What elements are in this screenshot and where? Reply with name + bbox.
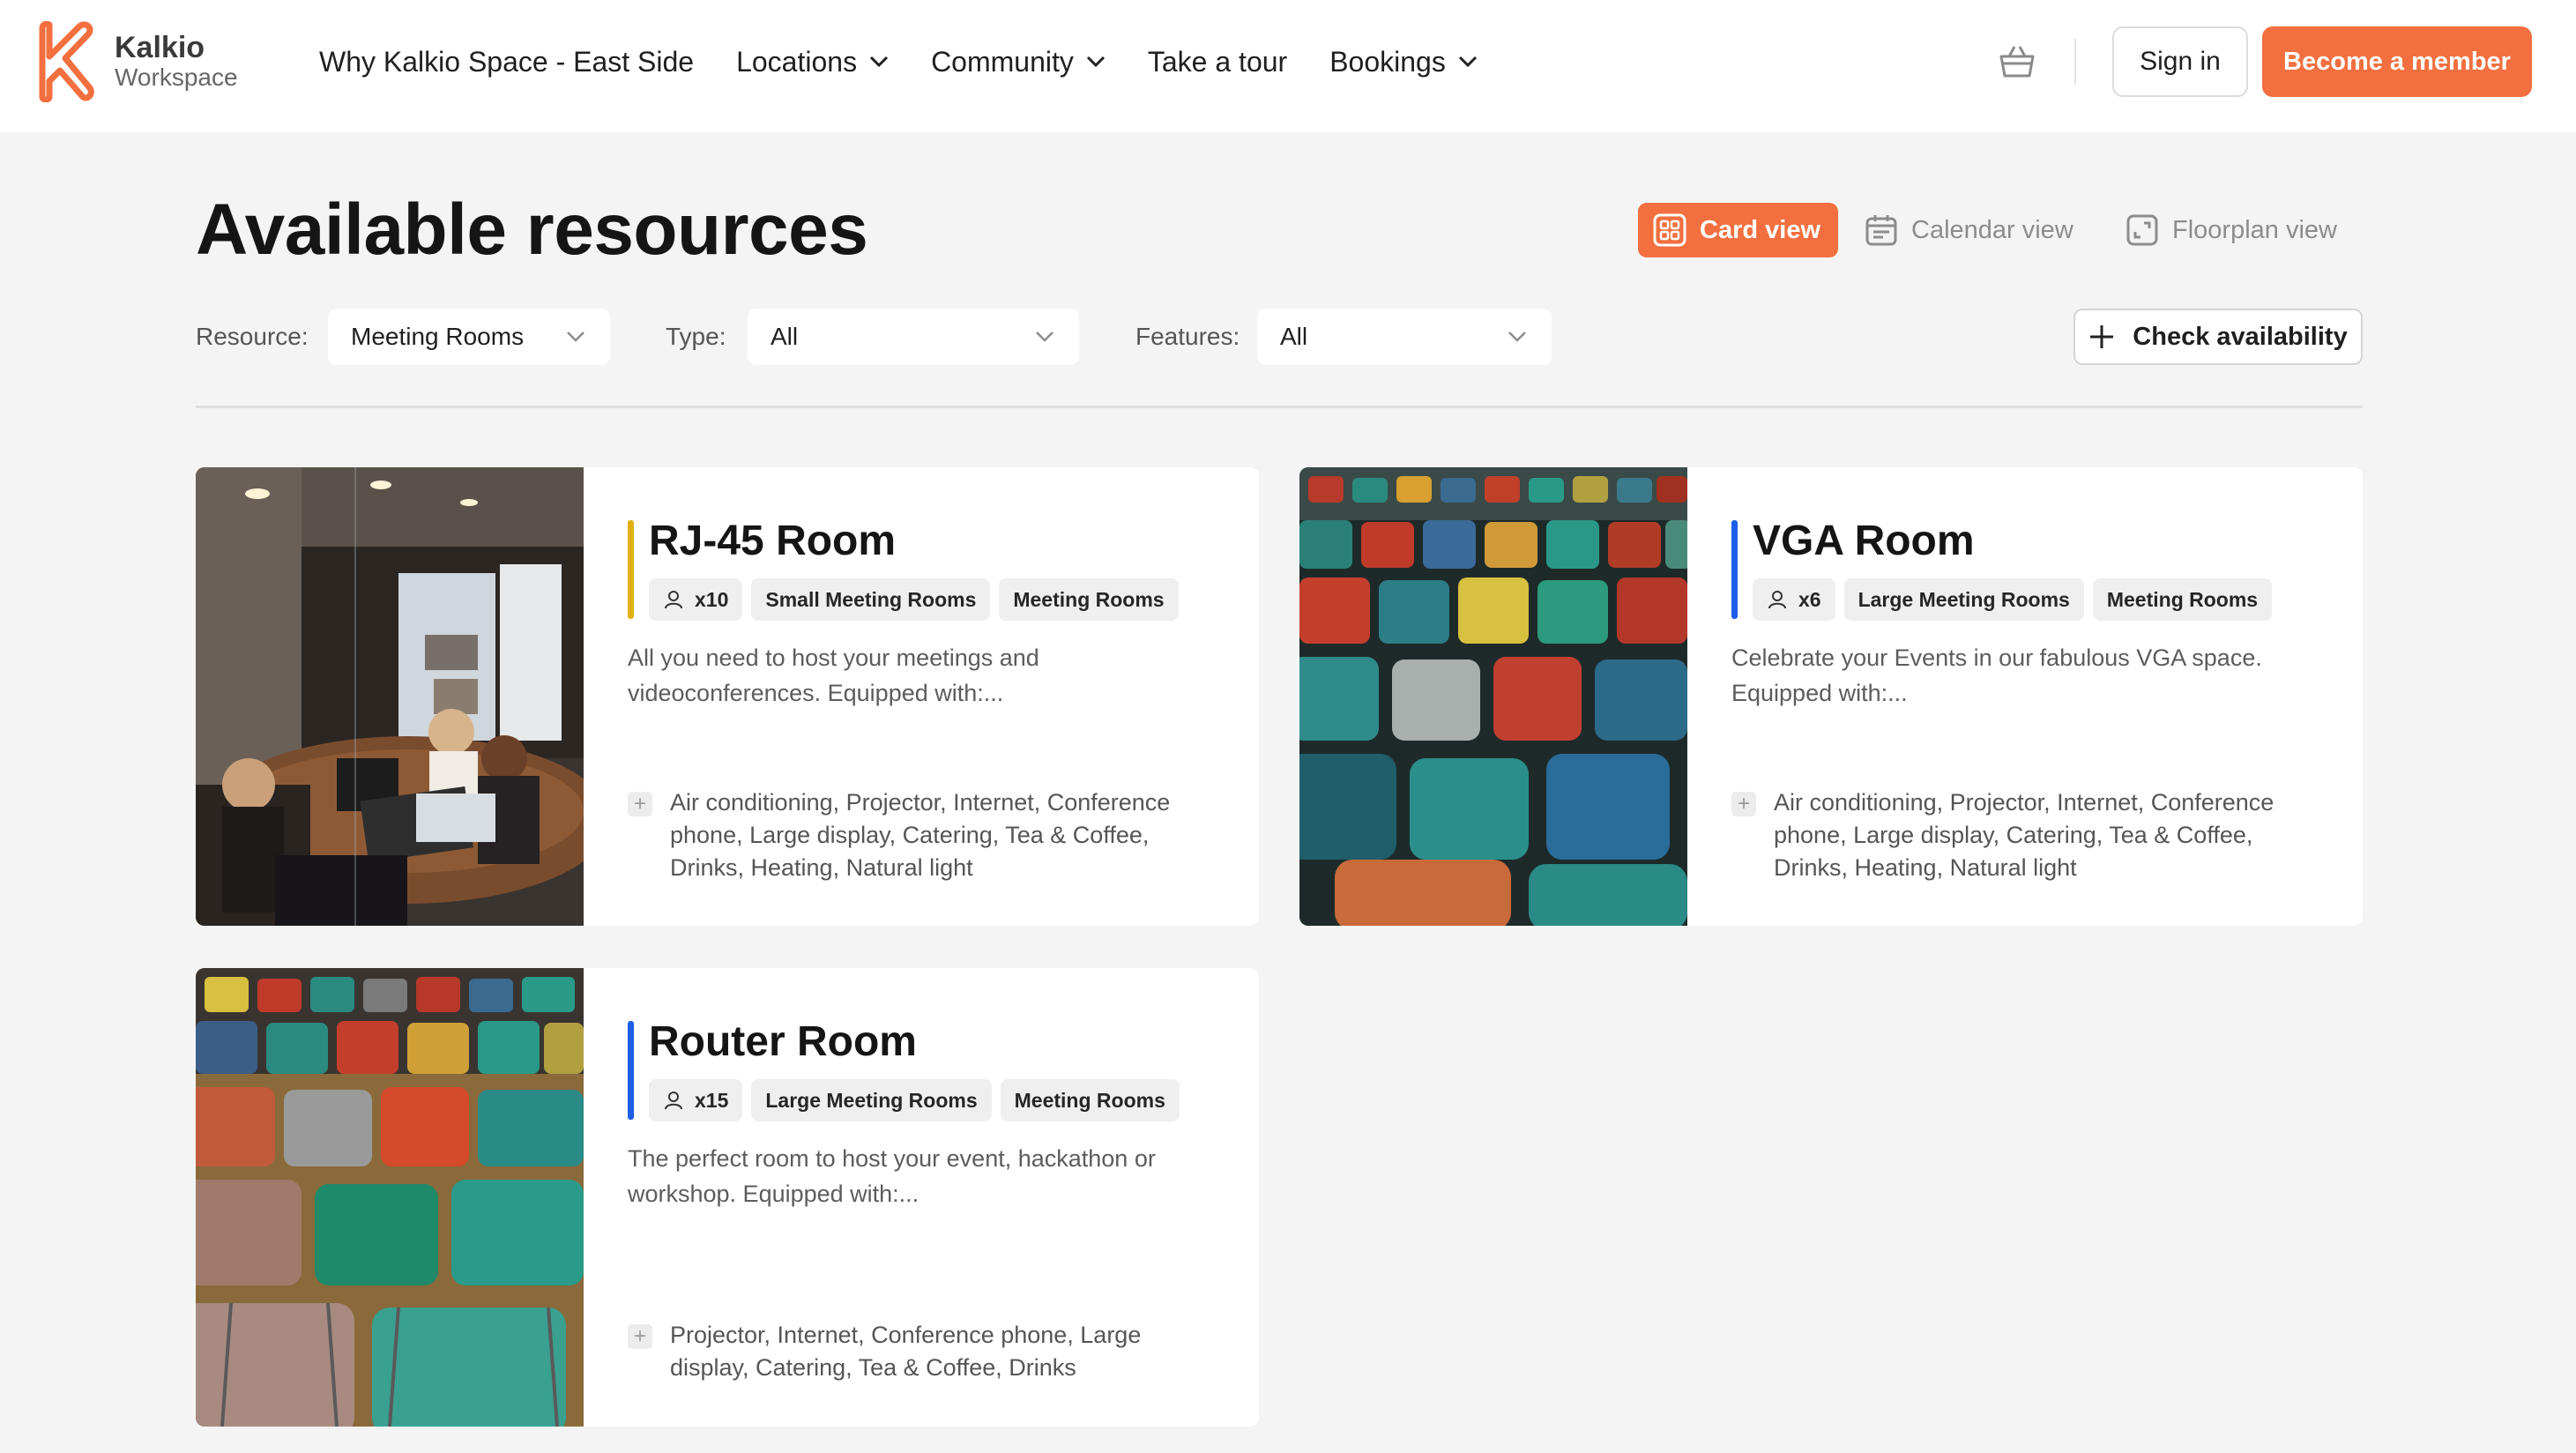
card-features: + Air conditioning, Projector, Internet,… (628, 786, 1245, 884)
page-title: Available resources (196, 190, 868, 270)
logo-name: Kalkio (115, 30, 205, 64)
features-select[interactable]: All (1257, 309, 1552, 365)
resource-card-vga[interactable]: VGA Room x6 Large Meeting Rooms Meeting … (1299, 467, 2363, 926)
card-view-label: Card view (1700, 215, 1820, 244)
plus-icon: + (628, 1324, 652, 1349)
nav-take-a-tour[interactable]: Take a tour (1148, 46, 1287, 78)
chevron-down-icon (1036, 332, 1053, 342)
card-features: + Air conditioning, Projector, Internet,… (1731, 786, 2349, 884)
type-filter-label: Type: (666, 323, 726, 350)
card-title: RJ-45 Room (649, 518, 897, 564)
nav-community[interactable]: Community (931, 46, 1106, 78)
logo-subtitle: Workspace (115, 63, 238, 92)
resource-card-rj45[interactable]: RJ-45 Room x10 Small Meeting Rooms Meeti… (196, 467, 1259, 926)
floorplan-view-button[interactable]: Floorplan view (2111, 203, 2355, 257)
logo[interactable]: Kalkio Workspace (34, 21, 238, 102)
card-description: Celebrate your Events in our fabulous VG… (1731, 645, 2262, 706)
features-list: Air conditioning, Projector, Internet, C… (670, 789, 1171, 881)
category-tag: Meeting Rooms (1000, 1079, 1180, 1121)
nav-label: Locations (736, 45, 858, 78)
capacity-badge: x10 (649, 578, 743, 621)
resource-select-value: Meeting Rooms (351, 323, 525, 350)
plus-icon: + (1731, 792, 1756, 816)
category-tag: Meeting Rooms (999, 578, 1179, 621)
chevron-down-icon (1458, 56, 1477, 68)
grid-icon (1653, 213, 1686, 247)
capacity-value: x6 (1798, 587, 1821, 611)
calendar-icon (1865, 215, 1897, 246)
nav-bookings[interactable]: Bookings (1329, 46, 1478, 78)
person-icon (1768, 591, 1786, 609)
capacity-value: x15 (695, 1088, 729, 1112)
basket-icon[interactable] (1998, 42, 2036, 81)
capacity-badge: x6 (1753, 578, 1835, 621)
nav-locations[interactable]: Locations (736, 46, 889, 78)
divider (196, 406, 2363, 408)
capacity-value: x10 (695, 587, 729, 611)
room-photo (196, 968, 584, 1427)
room-photo (1299, 467, 1687, 926)
nav-label: Bookings (1329, 45, 1446, 78)
person-icon (665, 591, 682, 609)
card-description: The perfect room to host your event, hac… (628, 1145, 1156, 1207)
nav-why-kalkio[interactable]: Why Kalkio Space - East Side (319, 46, 694, 78)
card-view-button[interactable]: Card view (1638, 203, 1838, 257)
chevron-down-icon (870, 56, 889, 68)
chevron-down-icon (567, 332, 584, 342)
nav-label: Community (931, 45, 1074, 78)
card-features: + Projector, Internet, Conference phone,… (628, 1319, 1245, 1384)
resource-select[interactable]: Meeting Rooms (328, 309, 610, 365)
check-availability-label: Check availability (2133, 322, 2348, 351)
features-filter-label: Features: (1135, 323, 1240, 350)
main-nav: Why Kalkio Space - East Side Locations C… (319, 0, 1520, 123)
type-select[interactable]: All (748, 309, 1079, 365)
person-icon (665, 1092, 682, 1110)
type-tag: Large Meeting Rooms (751, 1079, 992, 1121)
room-photo (196, 467, 584, 926)
capacity-badge: x15 (649, 1079, 743, 1121)
plus-icon: + (628, 792, 652, 816)
type-select-value: All (771, 323, 799, 350)
features-select-value: All (1280, 323, 1308, 350)
floorplan-icon (2126, 214, 2158, 246)
category-tag: Meeting Rooms (2092, 578, 2273, 621)
resource-card-router[interactable]: Router Room x15 Large Meeting Rooms Meet… (196, 968, 1259, 1427)
become-member-button[interactable]: Become a member (2262, 26, 2532, 97)
kalkio-logo-icon (39, 21, 94, 102)
card-accent-bar (628, 520, 634, 619)
calendar-view-label: Calendar view (1911, 215, 2073, 244)
card-accent-bar (628, 1021, 634, 1120)
resource-filter-label: Resource: (196, 323, 309, 350)
check-availability-button[interactable]: Check availability (2073, 309, 2363, 365)
card-title: Router Room (649, 1018, 917, 1065)
features-list: Projector, Internet, Conference phone, L… (670, 1322, 1142, 1381)
nav-label: Take a tour (1147, 45, 1288, 78)
card-title: VGA Room (1753, 518, 1975, 564)
header-divider (2074, 39, 2076, 85)
type-tag: Small Meeting Rooms (751, 578, 991, 621)
plus-icon (2090, 325, 2114, 348)
card-tags: x15 Large Meeting Rooms Meeting Rooms (649, 1079, 1188, 1121)
floorplan-view-label: Floorplan view (2172, 215, 2337, 244)
calendar-view-button[interactable]: Calendar view (1850, 203, 2091, 257)
card-tags: x10 Small Meeting Rooms Meeting Rooms (649, 578, 1187, 621)
type-tag: Large Meeting Rooms (1843, 578, 2084, 621)
nav-label: Why Kalkio Space - East Side (319, 45, 695, 78)
features-list: Air conditioning, Projector, Internet, C… (1774, 789, 2274, 881)
card-description: All you need to host your meetings and v… (628, 645, 1039, 706)
sign-in-button[interactable]: Sign in (2112, 26, 2248, 97)
card-accent-bar (1731, 520, 1738, 619)
chevron-down-icon (1508, 332, 1526, 342)
card-tags: x6 Large Meeting Rooms Meeting Rooms (1753, 578, 2281, 621)
site-header: Kalkio Workspace Why Kalkio Space - East… (0, 0, 2576, 132)
chevron-down-icon (1086, 56, 1105, 68)
